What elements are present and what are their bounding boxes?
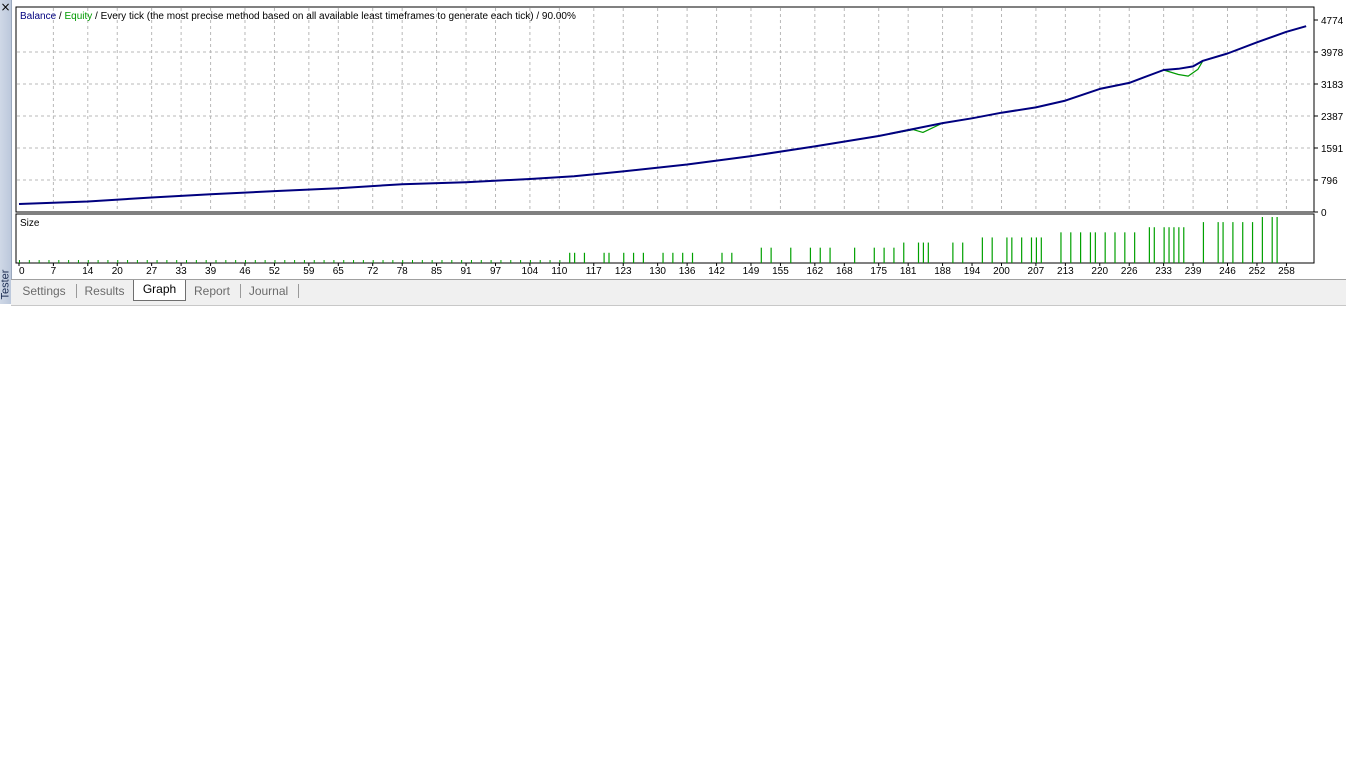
x-tick-label: 233 <box>1155 266 1172 277</box>
legend-equity: Equity <box>64 11 92 22</box>
x-tick-label: 85 <box>431 266 443 277</box>
x-tick-label: 213 <box>1057 266 1074 277</box>
balance-plot-frame <box>15 6 1315 213</box>
x-tick-label: 91 <box>460 266 472 277</box>
x-tick-label: 97 <box>490 266 502 277</box>
x-tick-label: 239 <box>1185 266 1202 277</box>
tester-panel-label: Tester <box>0 269 12 300</box>
tester-tab-bar: Settings Results Graph Report Journal <box>11 279 1346 306</box>
y-tick-label: 4774 <box>1321 16 1344 27</box>
x-tick-label: 136 <box>679 266 696 277</box>
x-tick-label: 52 <box>269 266 281 277</box>
y-tick-label: 2387 <box>1321 112 1344 123</box>
x-axis-ticks: 0 7 14 20 27 33 39 46 52 59 65 72 78 85 91 97 104 110 117 1… <box>18 263 1295 277</box>
y-tick-label: 0 <box>1321 208 1327 219</box>
x-tick-label: 117 <box>586 266 602 277</box>
x-tick-label: 149 <box>743 266 760 277</box>
x-tick-label: 246 <box>1219 266 1236 277</box>
x-tick-label: 20 <box>112 266 124 277</box>
x-tick-label: 65 <box>333 266 345 277</box>
y-tick-label: 3183 <box>1321 80 1344 91</box>
x-tick-label: 27 <box>146 266 158 277</box>
x-tick-label: 162 <box>806 266 823 277</box>
x-tick-label: 123 <box>615 266 632 277</box>
x-tick-label: 0 <box>19 266 25 277</box>
x-tick-label: 194 <box>964 266 981 277</box>
legend-separator: / <box>56 11 64 22</box>
x-tick-label: 7 <box>51 266 57 277</box>
chart-header: Balance / Equity / Every tick (the most … <box>20 11 576 22</box>
y-tick-label: 796 <box>1321 176 1338 187</box>
x-tick-label: 59 <box>303 266 315 277</box>
x-tick-label: 33 <box>176 266 188 277</box>
x-tick-label: 207 <box>1028 266 1045 277</box>
x-tick-label: 181 <box>900 266 917 277</box>
x-tick-label: 200 <box>993 266 1010 277</box>
x-tick-label: 39 <box>205 266 217 277</box>
x-tick-label: 104 <box>522 266 539 277</box>
tab-results[interactable]: Results <box>77 282 132 301</box>
x-tick-label: 110 <box>551 266 567 277</box>
x-tick-label: 46 <box>239 266 251 277</box>
test-model-info: / Every tick (the most precise method ba… <box>92 11 576 22</box>
size-plot-frame <box>15 213 1315 264</box>
y-axis-ticks: 0 796 1591 2387 3183 3978 4774 <box>1314 16 1344 219</box>
legend-balance: Balance <box>20 11 57 22</box>
x-tick-label: 188 <box>934 266 951 277</box>
x-tick-label: 130 <box>649 266 666 277</box>
size-label: Size <box>20 218 40 229</box>
x-tick-label: 14 <box>82 266 94 277</box>
tab-settings[interactable]: Settings <box>13 282 75 301</box>
x-tick-label: 72 <box>367 266 379 277</box>
x-tick-label: 258 <box>1278 266 1295 277</box>
x-tick-label: 252 <box>1249 266 1266 277</box>
tab-report[interactable]: Report <box>186 282 238 301</box>
x-tick-label: 168 <box>836 266 853 277</box>
tab-journal[interactable]: Journal <box>241 282 296 301</box>
x-tick-label: 220 <box>1091 266 1108 277</box>
tab-graph[interactable]: Graph <box>133 280 186 301</box>
x-tick-label: 142 <box>708 266 725 277</box>
close-icon[interactable]: × <box>0 0 11 14</box>
y-tick-label: 3978 <box>1321 48 1344 59</box>
backtest-chart: 0 796 1591 2387 3183 3978 4774 0 7 14 20 27 33 39 46 5… <box>15 6 1344 277</box>
x-tick-label: 155 <box>772 266 789 277</box>
x-tick-label: 226 <box>1121 266 1138 277</box>
tab-separator <box>298 284 299 298</box>
x-tick-label: 78 <box>397 266 409 277</box>
x-tick-label: 175 <box>870 266 887 277</box>
y-tick-label: 1591 <box>1321 144 1344 155</box>
